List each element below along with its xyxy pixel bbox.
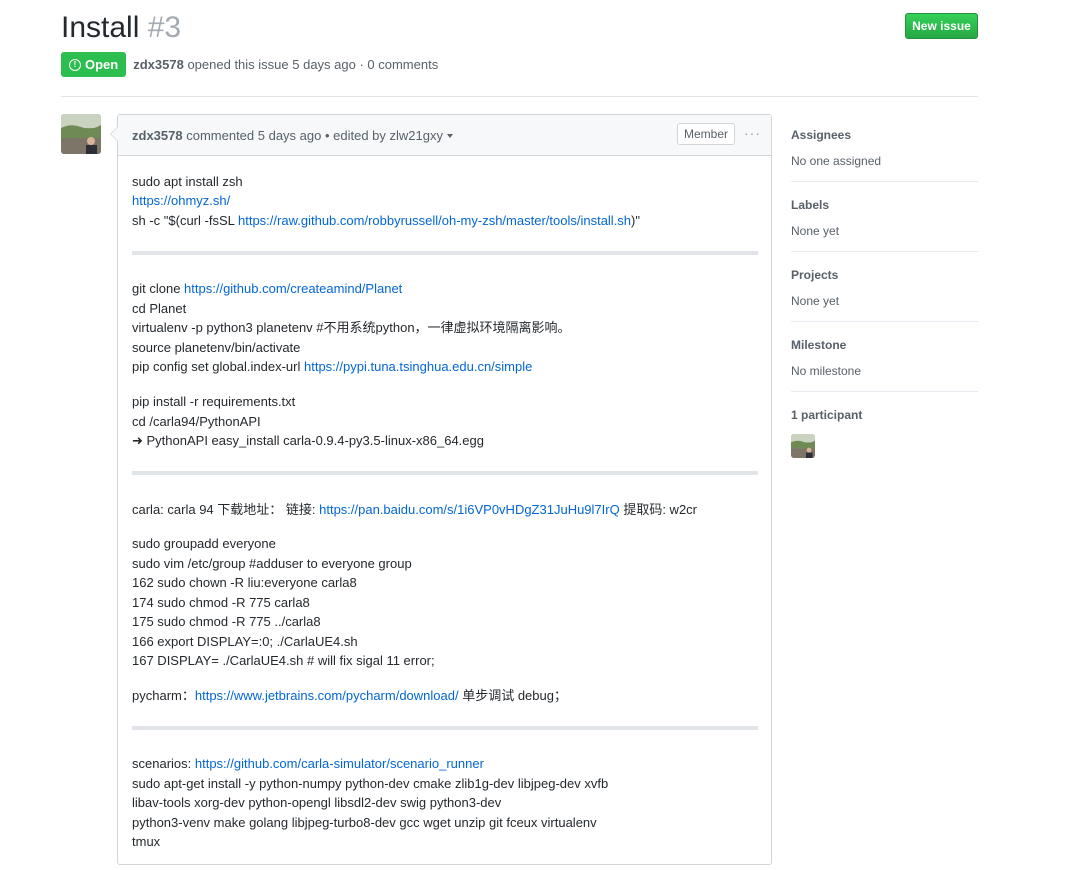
code-text: scenarios: [132,756,195,771]
projects-heading[interactable]: Projects [791,267,978,283]
issue-opened-text: opened this issue 5 days ago · 0 comment… [187,57,439,72]
comment-line: 175 sudo chmod -R 775 ../carla8 [132,614,321,629]
sidebar-divider [791,391,978,392]
sidebar-divider [791,181,978,182]
comment-line: sudo groupadd everyone [132,536,276,551]
avatar-image [61,114,101,154]
issue-comment: zdx3578 commented 5 days ago • edited by… [110,114,772,865]
sidebar-assignees: Assignees No one assigned [791,127,978,169]
comment-line: sudo vim /etc/group #adduser to everyone… [132,556,412,571]
issue-title-text: Install [61,11,140,44]
state-label: Open [85,57,119,72]
code-text: 单步调试 debug； [458,688,567,703]
comment-header-text: zdx3578 commented 5 days ago • edited by… [132,128,453,143]
labels-value: None yet [791,224,840,238]
code-text: pip config set global.index-url [132,359,304,374]
kebab-menu-icon[interactable]: ··· [744,125,761,141]
issue-meta-text: zdx3578 opened this issue 5 days ago · 0… [133,57,438,72]
comment-line: git clone https://github.com/createamind… [132,279,402,298]
comment-line: 166 export DISPLAY=:0; ./CarlaUE4.sh [132,634,358,649]
projects-value: None yet [791,294,840,308]
planet-repo-link[interactable]: https://github.com/createamind/Planet [184,281,402,296]
participants-heading: 1 participant [791,408,863,422]
participant-avatar-image [791,434,815,458]
section-divider [132,726,758,730]
comment-line: sudo apt install zsh [132,174,243,189]
sidebar-divider [791,251,978,252]
comment-line: tmux [132,834,161,849]
code-text: )" [631,213,640,228]
member-badge: Member [677,123,736,145]
comment-line: sh -c "$(curl -fsSL https://raw.github.c… [132,211,640,230]
sidebar-projects: Projects None yet [791,267,978,309]
milestone-heading[interactable]: Milestone [791,337,978,353]
sidebar-labels: Labels None yet [791,197,978,239]
section-divider [132,251,758,255]
comment-line: cd /carla94/PythonAPI [132,414,261,429]
install-script-link[interactable]: https://raw.github.com/robbyrussell/oh-m… [238,213,631,228]
comment-line: source planetenv/bin/activate [132,340,301,355]
sidebar-divider [791,321,978,322]
pypi-mirror-link[interactable]: https://pypi.tuna.tsinghua.edu.cn/simple [304,359,532,374]
comment-header: zdx3578 commented 5 days ago • edited by… [118,115,771,156]
comment-line: pycharm：https://www.jetbrains.com/pychar… [132,686,567,705]
comment-line: python3-venv make golang libjpeg-turbo8-… [132,815,597,830]
labels-heading[interactable]: Labels [791,197,978,213]
issue-author-link[interactable]: zdx3578 [133,57,184,72]
assignees-value: No one assigned [791,154,882,168]
sidebar-participants: 1 participant [791,407,978,423]
code-text: carla: carla 94 下载地址： 链接: [132,502,320,517]
scenario-runner-link[interactable]: https://github.com/carla-simulator/scena… [195,756,484,771]
comment-line: cd Planet [132,301,187,316]
comment-line: 167 DISPLAY= ./CarlaUE4.sh # will fix si… [132,653,435,668]
ohmyzsh-link[interactable]: https://ohmyz.sh/ [132,193,230,208]
pycharm-download-link[interactable]: https://www.jetbrains.com/pycharm/downlo… [195,688,459,703]
section-divider [132,471,758,475]
code-text: sh -c "$(curl -fsSL [132,213,238,228]
comment-author-link[interactable]: zdx3578 [132,128,183,143]
code-text: 提取码: w2cr [619,502,698,517]
comment-line: libav-tools xorg-dev python-opengl libsd… [132,795,502,810]
code-text: git clone [132,281,185,296]
new-issue-button[interactable]: New issue [905,13,978,39]
state-badge: ! Open [61,52,127,77]
comment-edited-text[interactable]: commented 5 days ago • edited by zlw21gx… [186,128,443,143]
comment-line: pip install -r requirements.txt [132,394,296,409]
comment-line: carla: carla 94 下载地址： 链接: https://pan.ba… [132,500,697,519]
issue-title: Install #3 [61,10,181,46]
issue-meta: ! Open zdx3578 opened this issue 5 days … [61,52,438,77]
comment-line: https://ohmyz.sh/ [132,191,230,210]
baidu-pan-link[interactable]: https://pan.baidu.com/s/1i6VP0vHDgZ31JuH… [319,502,620,517]
sidebar-milestone: Milestone No milestone [791,337,978,379]
assignees-heading[interactable]: Assignees [791,127,978,143]
comment-line: virtualenv -p python3 planetenv #不用系统pyt… [132,320,571,335]
issue-opened-icon: ! [69,58,81,71]
comment-line: sudo apt-get install -y python-numpy pyt… [132,776,609,791]
comment-line: pip config set global.index-url https://… [132,357,532,376]
author-avatar[interactable] [61,114,101,154]
header-divider [61,96,978,97]
code-text: pycharm： [132,688,195,703]
milestone-value: No milestone [791,364,862,378]
chevron-down-icon[interactable] [446,134,453,139]
comment-line: 174 sudo chmod -R 775 carla8 [132,595,310,610]
participant-avatar[interactable] [791,434,815,458]
comment-line: scenarios: https://github.com/carla-simu… [132,754,484,773]
comment-line: ➜ PythonAPI easy_install carla-0.9.4-py3… [132,433,484,448]
comment-line: 162 sudo chown -R liu:everyone carla8 [132,575,357,590]
issue-number: #3 [147,11,182,44]
